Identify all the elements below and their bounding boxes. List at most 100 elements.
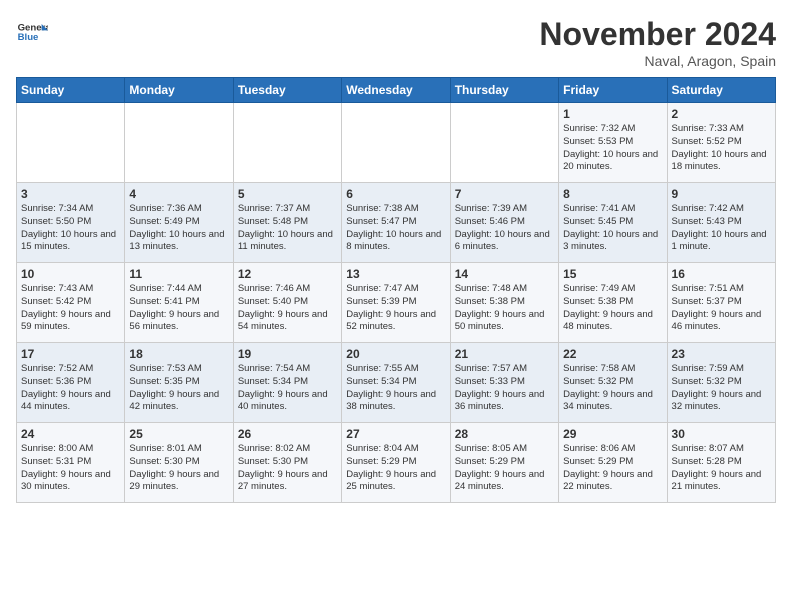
calendar-day-5: 5 Sunrise: 7:37 AM Sunset: 5:48 PM Daylig… — [233, 183, 341, 263]
day-number: 26 — [238, 427, 337, 441]
calendar-day-23: 23 Sunrise: 7:59 AM Sunset: 5:32 PM Dayli… — [667, 343, 775, 423]
calendar-week-row: 10 Sunrise: 7:43 AM Sunset: 5:42 PM Dayli… — [17, 263, 776, 343]
day-number: 6 — [346, 187, 445, 201]
day-number: 7 — [455, 187, 554, 201]
day-info: Sunrise: 7:59 AM Sunset: 5:32 PM Dayligh… — [672, 363, 771, 414]
day-number: 24 — [21, 427, 120, 441]
day-number: 27 — [346, 427, 445, 441]
calendar-day-20: 20Sunrise: 7:55 AM Sunset: 5:34 PM Dayli… — [342, 343, 450, 423]
day-number: 17 — [21, 347, 120, 361]
col-header-monday: Monday — [125, 78, 233, 103]
col-header-tuesday: Tuesday — [233, 78, 341, 103]
day-number: 2 — [672, 107, 771, 121]
logo: General Blue — [16, 16, 48, 48]
day-number: 3 — [21, 187, 120, 201]
day-number: 28 — [455, 427, 554, 441]
col-header-sunday: Sunday — [17, 78, 125, 103]
location-subtitle: Naval, Aragon, Spain — [539, 53, 776, 69]
day-info: Sunrise: 7:32 AM Sunset: 5:53 PM Dayligh… — [563, 123, 662, 174]
calendar-day-4: 4Sunrise: 7:36 AM Sunset: 5:49 PM Daylig… — [125, 183, 233, 263]
calendar-day-9: 9 Sunrise: 7:42 AM Sunset: 5:43 PM Daylig… — [667, 183, 775, 263]
col-header-saturday: Saturday — [667, 78, 775, 103]
day-number: 10 — [21, 267, 120, 281]
day-info: Sunrise: 7:36 AM Sunset: 5:49 PM Dayligh… — [129, 203, 228, 254]
day-info: Sunrise: 7:54 AM Sunset: 5:34 PM Dayligh… — [238, 363, 337, 414]
day-info: Sunrise: 7:51 AM Sunset: 5:37 PM Dayligh… — [672, 283, 771, 334]
calendar-week-row: 17 Sunrise: 7:52 AM Sunset: 5:36 PM Dayli… — [17, 343, 776, 423]
calendar-day-14: 14 Sunrise: 7:48 AM Sunset: 5:38 PM Dayli… — [450, 263, 558, 343]
calendar-week-row: 24 Sunrise: 8:00 AM Sunset: 5:31 PM Dayli… — [17, 423, 776, 503]
calendar-day-28: 28 Sunrise: 8:05 AM Sunset: 5:29 PM Dayli… — [450, 423, 558, 503]
day-info: Sunrise: 7:48 AM Sunset: 5:38 PM Dayligh… — [455, 283, 554, 334]
calendar-day-25: 25 Sunrise: 8:01 AM Sunset: 5:30 PM Dayli… — [125, 423, 233, 503]
day-info: Sunrise: 7:41 AM Sunset: 5:45 PM Dayligh… — [563, 203, 662, 254]
day-info: Sunrise: 7:52 AM Sunset: 5:36 PM Dayligh… — [21, 363, 120, 414]
calendar-day-19: 19Sunrise: 7:54 AM Sunset: 5:34 PM Dayli… — [233, 343, 341, 423]
day-info: Sunrise: 7:58 AM Sunset: 5:32 PM Dayligh… — [563, 363, 662, 414]
calendar-day-15: 15 Sunrise: 7:49 AM Sunset: 5:38 PM Dayli… — [559, 263, 667, 343]
day-number: 15 — [563, 267, 662, 281]
day-info: Sunrise: 7:38 AM Sunset: 5:47 PM Dayligh… — [346, 203, 445, 254]
day-info: Sunrise: 7:43 AM Sunset: 5:42 PM Dayligh… — [21, 283, 120, 334]
day-info: Sunrise: 7:57 AM Sunset: 5:33 PM Dayligh… — [455, 363, 554, 414]
calendar-empty-cell — [17, 103, 125, 183]
day-number: 18 — [129, 347, 228, 361]
day-info: Sunrise: 8:05 AM Sunset: 5:29 PM Dayligh… — [455, 443, 554, 494]
day-number: 23 — [672, 347, 771, 361]
calendar-day-12: 12Sunrise: 7:46 AM Sunset: 5:40 PM Dayli… — [233, 263, 341, 343]
calendar-week-row: 3 Sunrise: 7:34 AM Sunset: 5:50 PM Daylig… — [17, 183, 776, 263]
day-number: 22 — [563, 347, 662, 361]
day-info: Sunrise: 8:00 AM Sunset: 5:31 PM Dayligh… — [21, 443, 120, 494]
day-number: 11 — [129, 267, 228, 281]
month-year-title: November 2024 — [539, 16, 776, 53]
calendar-empty-cell — [125, 103, 233, 183]
day-number: 30 — [672, 427, 771, 441]
day-info: Sunrise: 8:07 AM Sunset: 5:28 PM Dayligh… — [672, 443, 771, 494]
day-number: 25 — [129, 427, 228, 441]
day-info: Sunrise: 7:39 AM Sunset: 5:46 PM Dayligh… — [455, 203, 554, 254]
calendar-day-7: 7 Sunrise: 7:39 AM Sunset: 5:46 PM Daylig… — [450, 183, 558, 263]
day-info: Sunrise: 8:02 AM Sunset: 5:30 PM Dayligh… — [238, 443, 337, 494]
calendar-table: SundayMondayTuesdayWednesdayThursdayFrid… — [16, 77, 776, 503]
page-header: General Blue November 2024 Naval, Aragon… — [16, 16, 776, 69]
calendar-day-21: 21 Sunrise: 7:57 AM Sunset: 5:33 PM Dayli… — [450, 343, 558, 423]
calendar-day-22: 22 Sunrise: 7:58 AM Sunset: 5:32 PM Dayli… — [559, 343, 667, 423]
calendar-empty-cell — [342, 103, 450, 183]
day-info: Sunrise: 7:49 AM Sunset: 5:38 PM Dayligh… — [563, 283, 662, 334]
day-info: Sunrise: 7:42 AM Sunset: 5:43 PM Dayligh… — [672, 203, 771, 254]
title-block: November 2024 Naval, Aragon, Spain — [539, 16, 776, 69]
calendar-header-row: SundayMondayTuesdayWednesdayThursdayFrid… — [17, 78, 776, 103]
calendar-day-6: 6 Sunrise: 7:38 AM Sunset: 5:47 PM Daylig… — [342, 183, 450, 263]
day-info: Sunrise: 7:44 AM Sunset: 5:41 PM Dayligh… — [129, 283, 228, 334]
day-number: 16 — [672, 267, 771, 281]
calendar-day-26: 26 Sunrise: 8:02 AM Sunset: 5:30 PM Dayli… — [233, 423, 341, 503]
day-info: Sunrise: 7:37 AM Sunset: 5:48 PM Dayligh… — [238, 203, 337, 254]
day-number: 1 — [563, 107, 662, 121]
day-number: 14 — [455, 267, 554, 281]
calendar-day-1: 1 Sunrise: 7:32 AM Sunset: 5:53 PM Daylig… — [559, 103, 667, 183]
day-number: 9 — [672, 187, 771, 201]
calendar-day-18: 18Sunrise: 7:53 AM Sunset: 5:35 PM Dayli… — [125, 343, 233, 423]
day-info: Sunrise: 8:01 AM Sunset: 5:30 PM Dayligh… — [129, 443, 228, 494]
logo-icon: General Blue — [16, 16, 48, 48]
calendar-day-8: 8 Sunrise: 7:41 AM Sunset: 5:45 PM Daylig… — [559, 183, 667, 263]
day-info: Sunrise: 7:55 AM Sunset: 5:34 PM Dayligh… — [346, 363, 445, 414]
day-number: 21 — [455, 347, 554, 361]
svg-text:Blue: Blue — [18, 32, 39, 43]
col-header-thursday: Thursday — [450, 78, 558, 103]
day-number: 29 — [563, 427, 662, 441]
calendar-day-27: 27Sunrise: 8:04 AM Sunset: 5:29 PM Dayli… — [342, 423, 450, 503]
calendar-day-24: 24 Sunrise: 8:00 AM Sunset: 5:31 PM Dayli… — [17, 423, 125, 503]
day-info: Sunrise: 7:34 AM Sunset: 5:50 PM Dayligh… — [21, 203, 120, 254]
calendar-day-3: 3 Sunrise: 7:34 AM Sunset: 5:50 PM Daylig… — [17, 183, 125, 263]
calendar-day-13: 13Sunrise: 7:47 AM Sunset: 5:39 PM Dayli… — [342, 263, 450, 343]
day-number: 5 — [238, 187, 337, 201]
calendar-day-2: 2 Sunrise: 7:33 AM Sunset: 5:52 PM Daylig… — [667, 103, 775, 183]
day-number: 12 — [238, 267, 337, 281]
day-info: Sunrise: 8:06 AM Sunset: 5:29 PM Dayligh… — [563, 443, 662, 494]
day-number: 8 — [563, 187, 662, 201]
calendar-week-row: 1 Sunrise: 7:32 AM Sunset: 5:53 PM Daylig… — [17, 103, 776, 183]
calendar-day-17: 17 Sunrise: 7:52 AM Sunset: 5:36 PM Dayli… — [17, 343, 125, 423]
col-header-wednesday: Wednesday — [342, 78, 450, 103]
day-info: Sunrise: 7:33 AM Sunset: 5:52 PM Dayligh… — [672, 123, 771, 174]
